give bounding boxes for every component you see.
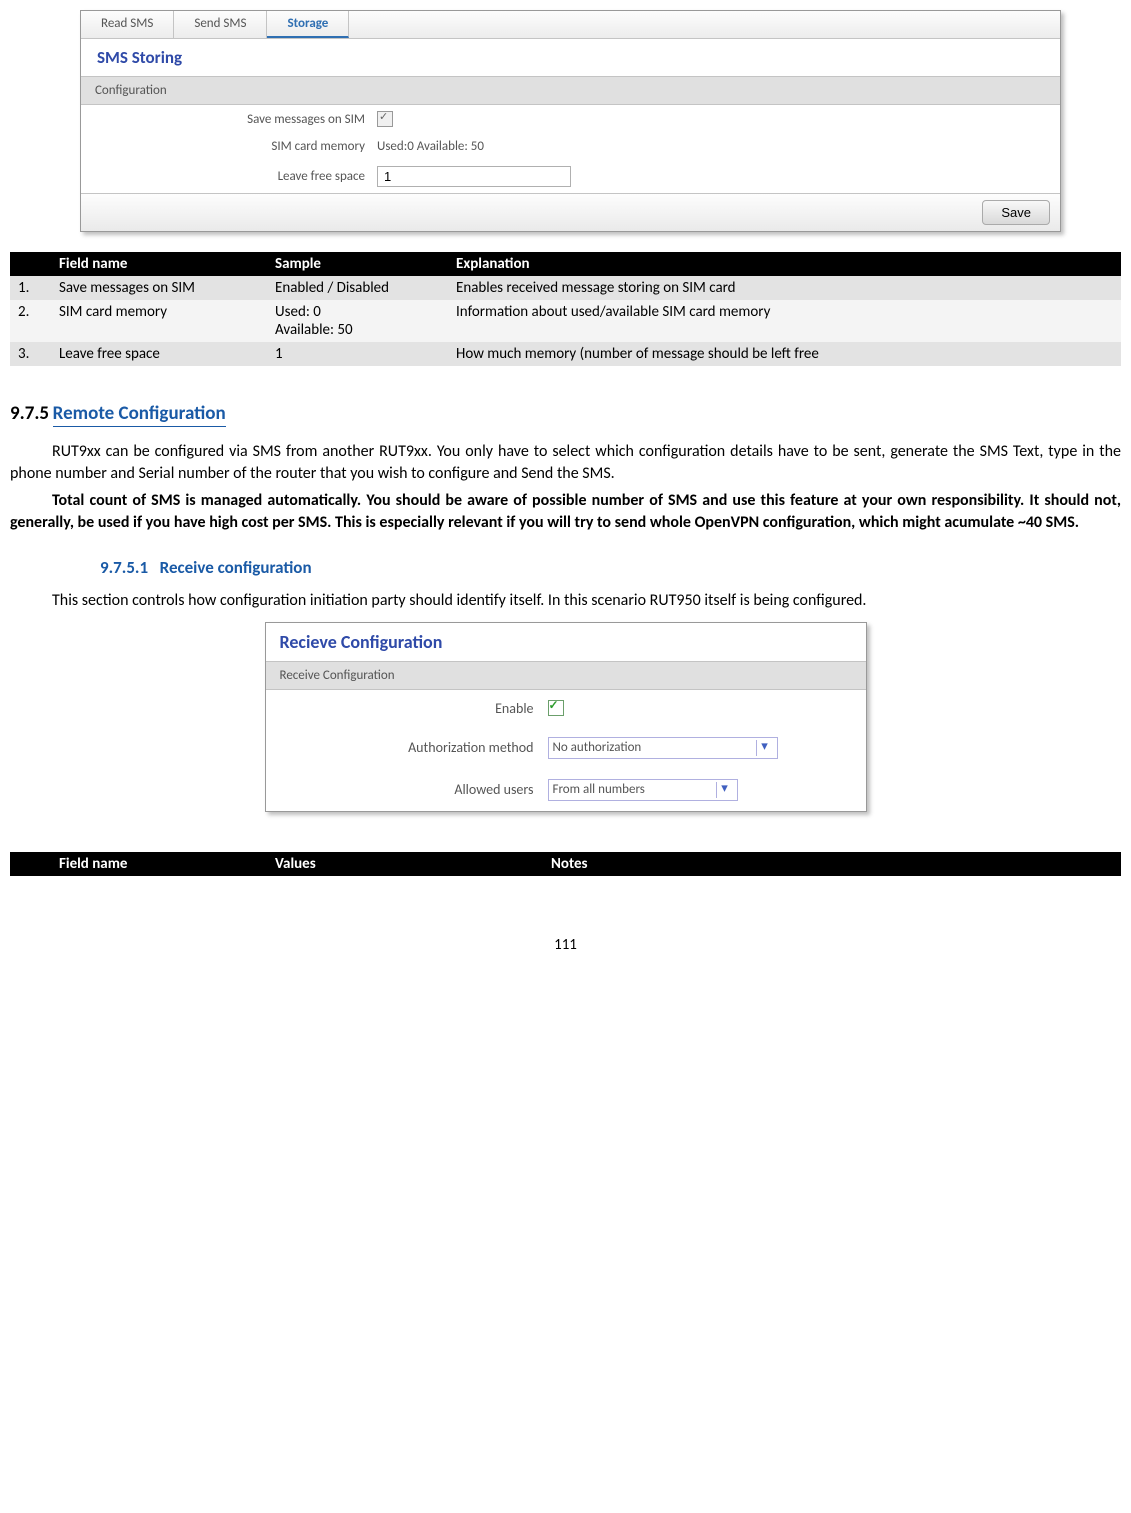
panel-title: Recieve Configuration bbox=[266, 623, 866, 661]
paragraph-warning: Total count of SMS is managed automatica… bbox=[10, 490, 1121, 533]
th-sample: Sample bbox=[267, 252, 448, 276]
sms-fields-table: Field name Sample Explanation 1. Save me… bbox=[10, 252, 1121, 366]
section-number: 9.7.5 bbox=[10, 402, 49, 425]
auth-method-select[interactable]: No authorization ▾ bbox=[548, 737, 778, 759]
table-row: 1. Save messages on SIM Enabled / Disabl… bbox=[10, 276, 1121, 300]
th-num bbox=[10, 252, 51, 276]
th-fieldname: Field name bbox=[51, 852, 267, 876]
paragraph: RUT9xx can be configured via SMS from an… bbox=[10, 441, 1121, 484]
allowed-users-select[interactable]: From all numbers ▾ bbox=[548, 779, 738, 801]
panel-title: SMS Storing bbox=[81, 39, 1060, 76]
leave-free-label: Leave free space bbox=[95, 169, 377, 184]
table-row: 3. Leave free space 1 How much memory (n… bbox=[10, 342, 1121, 366]
auth-method-label: Authorization method bbox=[284, 739, 548, 756]
save-on-sim-label: Save messages on SIM bbox=[95, 112, 377, 127]
chevron-down-icon: ▾ bbox=[716, 782, 733, 798]
leave-free-input[interactable] bbox=[377, 166, 571, 187]
receive-config-panel: Recieve Configuration Receive Configurat… bbox=[265, 622, 867, 812]
section-title-remote-config: Remote Configuration bbox=[53, 402, 226, 427]
paragraph: This section controls how configuration … bbox=[10, 590, 1121, 612]
enable-checkbox[interactable] bbox=[548, 700, 564, 716]
sim-memory-value: Used:0 Available: 50 bbox=[377, 139, 484, 154]
enable-label: Enable bbox=[284, 700, 548, 717]
tab-send-sms[interactable]: Send SMS bbox=[174, 11, 267, 38]
tab-strip: Read SMS Send SMS Storage bbox=[81, 11, 1060, 39]
sim-memory-label: SIM card memory bbox=[95, 139, 377, 154]
section-configuration: Configuration bbox=[81, 76, 1060, 105]
save-button[interactable]: Save bbox=[982, 200, 1050, 225]
th-notes: Notes bbox=[543, 852, 1121, 876]
table-row: 2. SIM card memory Used: 0 Available: 50… bbox=[10, 300, 1121, 342]
tab-storage[interactable]: Storage bbox=[267, 11, 349, 38]
page-number: 111 bbox=[10, 936, 1121, 954]
tab-read-sms[interactable]: Read SMS bbox=[81, 11, 174, 38]
chevron-down-icon: ▾ bbox=[756, 740, 773, 756]
section-title-receive-config: 9.7.5.1 Receive configuration bbox=[100, 557, 312, 578]
th-num bbox=[10, 852, 51, 876]
section-receive-config: Receive Configuration bbox=[266, 661, 866, 690]
allowed-users-label: Allowed users bbox=[284, 781, 548, 798]
th-values: Values bbox=[267, 852, 543, 876]
th-fieldname: Field name bbox=[51, 252, 267, 276]
receive-fields-table: Field name Values Notes bbox=[10, 852, 1121, 876]
sms-storing-panel: Read SMS Send SMS Storage SMS Storing Co… bbox=[80, 10, 1061, 232]
save-on-sim-checkbox[interactable] bbox=[377, 111, 393, 127]
th-explanation: Explanation bbox=[448, 252, 1121, 276]
